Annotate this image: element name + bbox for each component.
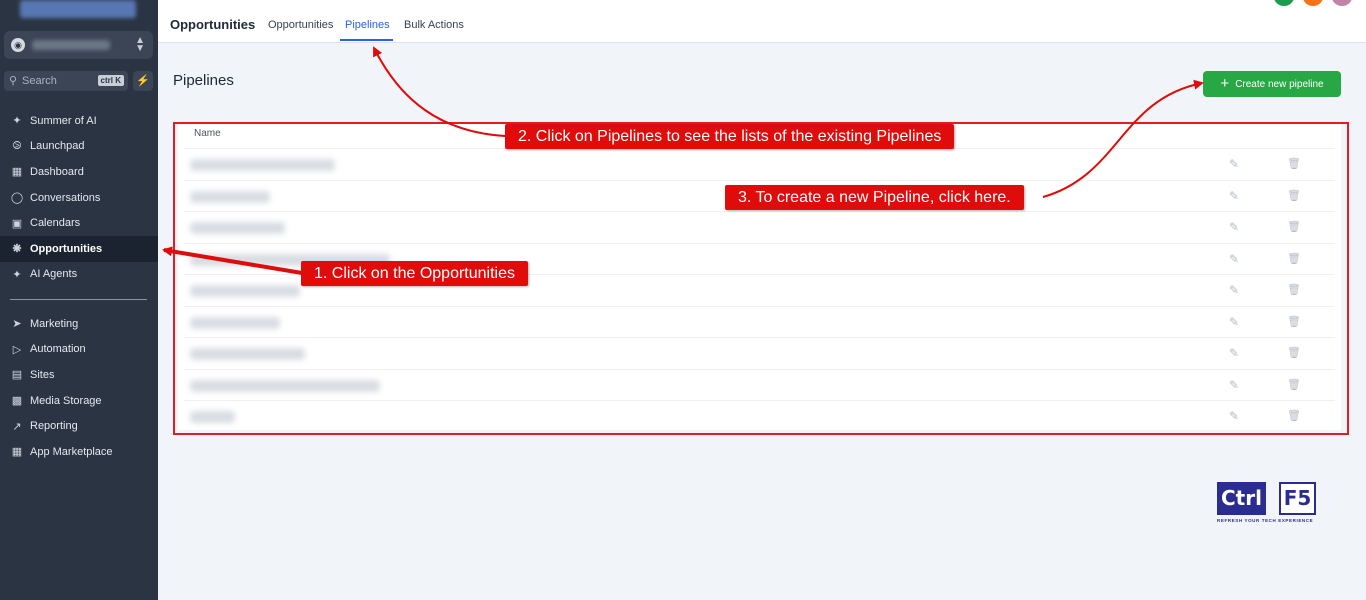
account-switcher[interactable]: ◉ ▲ ▼ xyxy=(4,31,153,59)
sidebar-item-label: Conversations xyxy=(30,191,101,204)
sidebar-item-marketing[interactable]: ➤ Marketing xyxy=(0,311,158,337)
sidebar: ◉ ▲ ▼ ⚲ Search ctrl K ⚡ ✦ Summer of AI ⧁ La… xyxy=(0,0,158,600)
annotation-step3: 3. To create a new Pipeline, click here. xyxy=(725,185,1024,210)
account-name-redacted xyxy=(32,40,110,50)
sidebar-nav-top: ✦ Summer of AI ⧁ Launchpad ▦ Dashboard ◯ Con… xyxy=(0,108,158,287)
search-input[interactable]: ⚲ Search ctrl K xyxy=(4,71,128,91)
watermark-ctrl: Ctrl xyxy=(1217,482,1266,515)
sidebar-item-dashboard[interactable]: ▦ Dashboard xyxy=(0,159,158,185)
top-bar: Opportunities Opportunities Pipelines Bu… xyxy=(158,0,1366,43)
create-button-label: Create new pipeline xyxy=(1235,78,1324,90)
opportunities-icon: ❋ xyxy=(12,243,22,256)
sidebar-item-summer-of-ai[interactable]: ✦ Summer of AI xyxy=(0,108,158,134)
avatar[interactable] xyxy=(1332,0,1352,6)
sidebar-item-automation[interactable]: ▷ Automation xyxy=(0,337,158,363)
active-tab-indicator xyxy=(340,39,393,41)
sidebar-item-label: Automation xyxy=(30,343,86,356)
sidebar-item-calendars[interactable]: ▣ Calendars xyxy=(0,210,158,236)
tab-pipelines[interactable]: Pipelines xyxy=(345,19,390,31)
sidebar-item-media-storage[interactable]: ▩ Media Storage xyxy=(0,388,158,414)
sidebar-item-label: Sites xyxy=(30,368,55,381)
sparkle-icon: ✦ xyxy=(12,115,22,128)
sidebar-item-label: Media Storage xyxy=(30,394,102,407)
sidebar-item-label: Opportunities xyxy=(30,242,103,255)
sidebar-item-label: Summer of AI xyxy=(30,114,97,127)
sidebar-item-ai-agents[interactable]: ✦ AI Agents xyxy=(0,262,158,288)
rocket-icon: ⧁ xyxy=(12,139,22,152)
sidebar-item-app-marketplace[interactable]: ▦ App Marketplace xyxy=(0,439,158,465)
grid-icon: ▦ xyxy=(11,166,23,179)
sparkle-icon: ✦ xyxy=(12,268,22,281)
search-icon: ⚲ xyxy=(9,75,18,87)
annotation-step2: 2. Click on Pipelines to see the lists o… xyxy=(505,124,955,149)
sidebar-item-label: Marketing xyxy=(30,317,79,330)
sidebar-item-reporting[interactable]: ↗ Reporting xyxy=(0,413,158,439)
location-icon: ◉ xyxy=(11,38,25,52)
trend-icon: ↗ xyxy=(12,420,22,433)
avatar[interactable] xyxy=(1274,0,1294,6)
search-shortcut: ctrl K xyxy=(97,75,124,86)
sidebar-item-opportunities[interactable]: ❋ Opportunities xyxy=(0,235,158,262)
sidebar-item-launchpad[interactable]: ⧁ Launchpad xyxy=(0,134,158,160)
apps-icon: ▦ xyxy=(11,446,23,459)
company-logo[interactable] xyxy=(20,0,136,18)
sidebar-item-conversations[interactable]: ◯ Conversations xyxy=(0,185,158,211)
tab-bulk-actions[interactable]: Bulk Actions xyxy=(404,19,464,31)
sidebar-item-label: Launchpad xyxy=(30,140,85,153)
automation-icon: ▷ xyxy=(12,343,22,356)
watermark-f5: F5 xyxy=(1279,482,1316,515)
sidebar-item-sites[interactable]: ▤ Sites xyxy=(0,362,158,388)
sidebar-item-label: Reporting xyxy=(30,420,78,433)
sidebar-nav-bottom: ➤ Marketing ▷ Automation ▤ Sites ▩ Media Sto… xyxy=(0,311,158,465)
sidebar-item-label: Dashboard xyxy=(30,165,84,178)
sidebar-item-label: Calendars xyxy=(30,217,81,230)
send-icon: ➤ xyxy=(12,318,22,331)
sites-icon: ▤ xyxy=(11,369,23,382)
chevron-updown-icon: ▲ ▼ xyxy=(135,35,145,54)
sidebar-divider xyxy=(10,299,147,300)
sidebar-item-label: AI Agents xyxy=(30,268,78,281)
search-placeholder: Search xyxy=(22,75,57,87)
create-new-pipeline-button[interactable]: + Create new pipeline xyxy=(1203,71,1341,97)
avatar[interactable] xyxy=(1303,0,1323,6)
plus-icon: + xyxy=(1220,75,1230,92)
chat-icon: ◯ xyxy=(10,192,24,205)
watermark-tagline: REFRESH YOUR TECH EXPERIENCE xyxy=(1217,518,1314,523)
quick-action-bolt-icon[interactable]: ⚡ xyxy=(133,71,153,91)
page-title: Pipelines xyxy=(173,72,234,89)
tab-opportunities[interactable]: Opportunities xyxy=(268,19,333,31)
sidebar-item-label: App Marketplace xyxy=(30,445,113,458)
ctrlf5-watermark-logo: Ctrl F5 REFRESH YOUR TECH EXPERIENCE xyxy=(1217,482,1317,526)
page-section-title: Opportunities xyxy=(170,17,256,32)
annotation-step1: 1. Click on the Opportunities xyxy=(301,261,528,286)
calendar-icon: ▣ xyxy=(11,217,23,230)
image-icon: ▩ xyxy=(11,395,23,408)
